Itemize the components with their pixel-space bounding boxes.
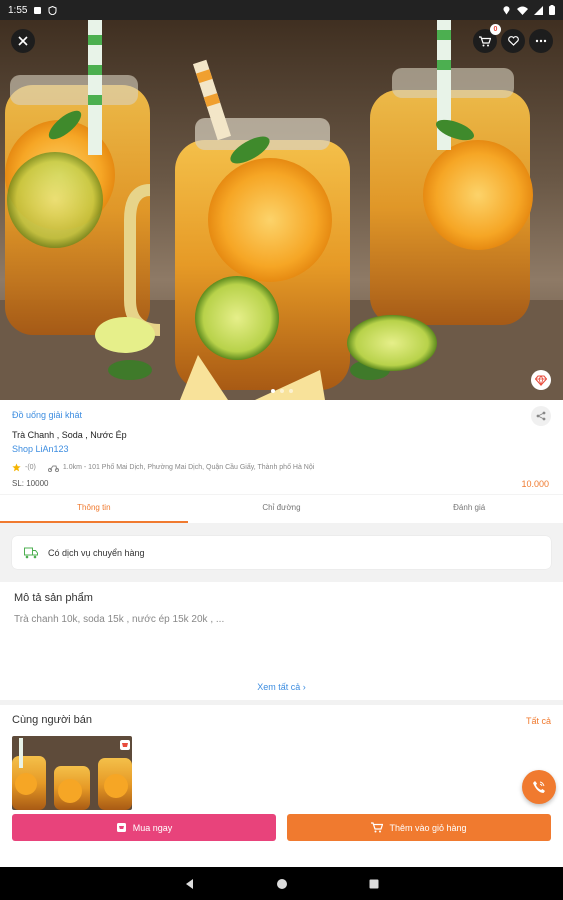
notification-icon [34,6,42,14]
more-icon [535,39,547,43]
heart-icon [507,36,519,46]
buy-now-button[interactable]: Mua ngay [12,814,276,841]
share-button[interactable] [531,406,551,426]
star-icon [12,463,21,472]
cart-count-badge: 0 [490,24,501,35]
pager-dot [288,389,293,393]
tab-reviews[interactable]: Đánh giá [375,495,563,523]
screen: 0 1:55 Đồ uống giải khát Trà Chanh , Sod… [0,0,563,900]
system-nav-bar [0,867,563,900]
location-icon [503,5,510,14]
share-icon [536,411,546,421]
call-button[interactable] [522,770,556,804]
close-icon [18,36,28,46]
image-pager [0,389,563,393]
favorite-button[interactable] [501,29,525,53]
product-photo [0,0,563,400]
product-meta: -(0) 1.0km - 101 Phố Mai Dịch, Phường Ma… [12,463,314,472]
description-title: Mô tả sản phẩm [14,592,93,604]
same-seller-section: Cùng người bán Tất cả [0,705,563,867]
battery-icon [549,5,555,15]
see-all-link[interactable]: Xem tất cả › [0,682,563,692]
rating-text: -(0) [25,464,36,471]
gem-badge[interactable] [531,370,551,390]
status-time: 1:55 [8,4,28,16]
truck-icon [24,547,38,558]
add-to-cart-button[interactable]: Thêm vào giỏ hàng [287,814,551,841]
more-button[interactable] [529,29,553,53]
description-text: Trà chanh 10k, soda 15k , nước ép 15k 20… [14,614,225,625]
stock-quantity: SL: 10000 [12,479,49,488]
delivery-service-card[interactable]: Có dịch vụ chuyển hàng [12,536,551,569]
phone-icon [533,781,545,793]
detail-tabs: Thông tin Chỉ đường Đánh giá [0,494,563,523]
pager-dot [270,389,275,393]
same-seller-title: Cùng người bán [12,714,93,726]
product-price: 10.000 [521,479,549,489]
delivery-text: Có dịch vụ chuyển hàng [48,547,145,558]
motorbike-icon [47,465,59,472]
cart-button[interactable]: 0 [473,24,501,53]
recents-icon[interactable] [368,878,380,890]
tab-info[interactable]: Thông tin [0,495,188,523]
cart-icon [479,35,491,46]
product-image[interactable]: 0 [0,0,563,400]
status-bar: 1:55 [0,0,563,20]
description-section: Mô tả sản phẩm Trà chanh 10k, soda 15k ,… [0,582,563,700]
distance-address: 1.0km - 101 Phố Mai Dịch, Phường Mai Dịc… [62,464,315,471]
gem-icon [535,374,547,386]
shop-link[interactable]: Shop LiAn123 [12,444,69,454]
seller-product-card[interactable] [12,736,132,810]
category-link[interactable]: Đồ uống giải khát [12,410,82,420]
same-seller-all-link[interactable]: Tất cả [526,716,551,726]
back-icon[interactable] [184,878,196,890]
cart-icon [371,822,384,833]
tab-directions[interactable]: Chỉ đường [188,495,376,523]
shield-icon [48,5,57,15]
product-name: Trà Chanh , Soda , Nước Ép [12,430,127,440]
home-icon[interactable] [276,878,288,890]
seller-product-thumbnail [12,736,132,810]
product-info: Đồ uống giải khát Trà Chanh , Soda , Nướ… [0,400,563,494]
buy-now-label: Mua ngay [132,822,173,833]
buy-icon [116,823,126,832]
pager-dot [279,389,284,393]
close-button[interactable] [11,29,35,53]
signal-icon [534,5,543,15]
add-to-cart-label: Thêm vào giỏ hàng [389,822,467,833]
wifi-icon [517,6,528,15]
